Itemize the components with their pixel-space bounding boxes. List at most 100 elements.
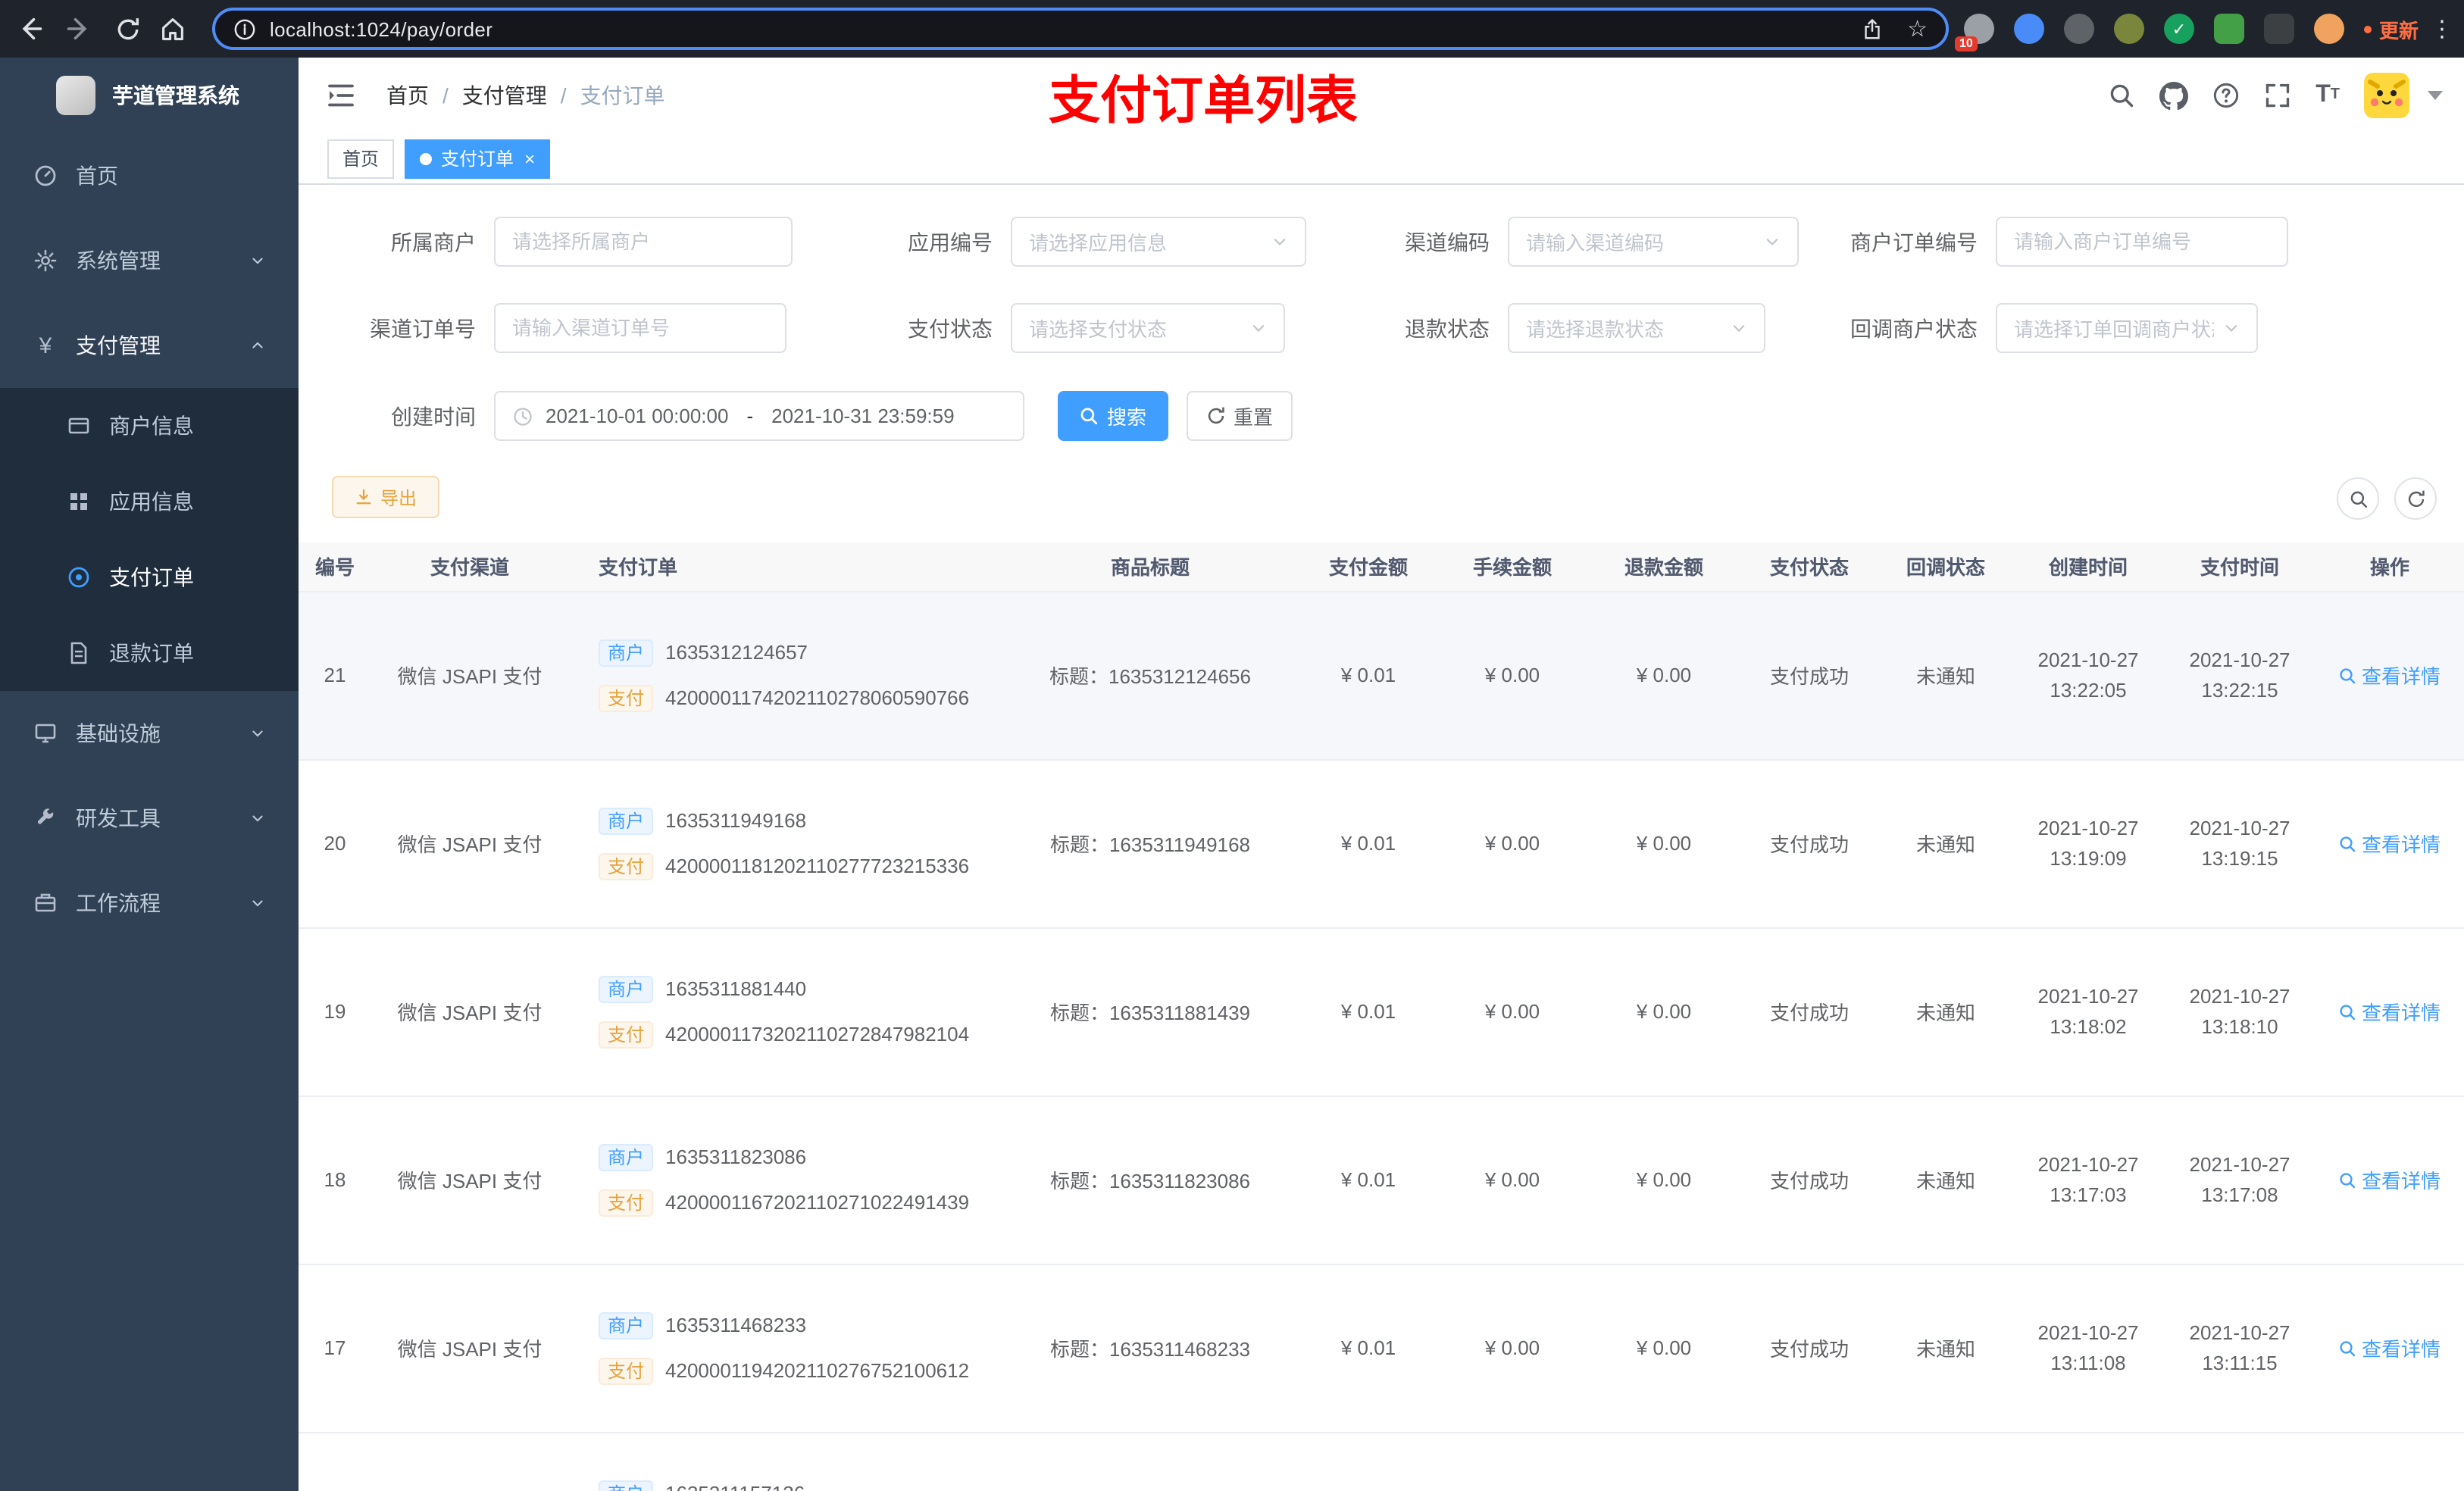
- cell-create-time: 2021-10-27 13:19:09: [2012, 759, 2164, 928]
- browser-update-button[interactable]: 更新: [2364, 0, 2419, 58]
- callback-status-select[interactable]: 请选择订单回调商户状态: [1996, 303, 2258, 353]
- merchant-tag: 商户: [599, 807, 654, 834]
- browser-home-icon[interactable]: [152, 8, 194, 50]
- channel-order-no-field[interactable]: [512, 305, 768, 352]
- cell-amount: ¥ 0.01: [1300, 1264, 1437, 1433]
- filter-label: 退款状态: [1405, 316, 1490, 340]
- cell-notify: 未通知: [1879, 759, 2012, 928]
- app-no-select[interactable]: 请选择应用信息: [1011, 217, 1306, 267]
- sidebar-item-refund-order[interactable]: 退款订单: [0, 615, 299, 691]
- create-time-range[interactable]: 2021-10-01 00:00:00 - 2021-10-31 23:59:5…: [494, 391, 1024, 441]
- share-icon[interactable]: [1860, 17, 1883, 40]
- merchant-order-no: 1635311949168: [665, 809, 807, 832]
- cell-title: 标题：1635311468233: [1000, 1264, 1300, 1433]
- chevron-down-icon: [1731, 320, 1747, 336]
- channel-order-no-input[interactable]: [494, 303, 786, 353]
- extension-icon[interactable]: ✓: [2164, 14, 2194, 44]
- sidebar-toggle-icon[interactable]: [326, 80, 356, 111]
- gear-icon: [33, 248, 58, 273]
- tab-close-icon[interactable]: ×: [524, 149, 535, 167]
- col-order: 支付订单: [568, 542, 1000, 592]
- extension-icon[interactable]: [2014, 14, 2044, 44]
- channel-code-select[interactable]: 请输入渠道编码: [1508, 217, 1799, 267]
- refund-status-select[interactable]: 请选择退款状态: [1508, 303, 1765, 353]
- cell-title: 标题：1635311881439: [1000, 927, 1300, 1096]
- sidebar-logo[interactable]: 芋道管理系统: [0, 58, 299, 133]
- sidebar-item-workflow[interactable]: 工作流程: [0, 861, 299, 946]
- sidebar-item-home[interactable]: 首页: [0, 133, 299, 218]
- site-info-icon[interactable]: [233, 17, 256, 40]
- merchant-input-field[interactable]: [512, 218, 774, 265]
- search-button[interactable]: 搜索: [1058, 391, 1168, 441]
- date-range-end[interactable]: 2021-10-31 23:59:59: [771, 405, 954, 427]
- tab-home[interactable]: 首页: [327, 139, 395, 178]
- font-size-icon[interactable]: TT: [2315, 83, 2340, 108]
- export-button[interactable]: 导出: [332, 476, 439, 518]
- sidebar-item-system[interactable]: 系统管理: [0, 218, 299, 303]
- filter-refund-status: 退款状态 请选择退款状态: [1334, 303, 1765, 353]
- view-detail-link[interactable]: 查看详情: [2339, 829, 2441, 858]
- breadcrumb-pay[interactable]: 支付管理: [462, 80, 547, 111]
- merchant-tag: 商户: [599, 975, 654, 1002]
- sidebar-item-pay-order[interactable]: 支付订单: [0, 539, 299, 615]
- cell-amount: ¥ 0.01: [1300, 927, 1437, 1096]
- fullscreen-icon[interactable]: [2264, 82, 2291, 109]
- profile-avatar-icon[interactable]: [2314, 14, 2344, 44]
- sidebar-item-dev-tools[interactable]: 研发工具: [0, 776, 299, 861]
- cell-action: 查看详情: [2315, 927, 2464, 1096]
- tab-label: 首页: [342, 148, 380, 170]
- merchant-order-no-field[interactable]: [2014, 218, 2270, 265]
- pay-tag: 支付: [599, 684, 654, 711]
- user-menu-caret-icon[interactable]: [2428, 91, 2443, 100]
- view-detail-link[interactable]: 查看详情: [2339, 661, 2441, 689]
- extension-icon[interactable]: [2214, 14, 2244, 44]
- sidebar-item-label: 研发工具: [76, 806, 161, 830]
- extension-icon[interactable]: [2264, 14, 2294, 44]
- cell-channel: 微信 JSAPI 支付: [371, 759, 568, 928]
- date-range-start[interactable]: 2021-10-01 00:00:00: [546, 405, 728, 427]
- breadcrumb-home[interactable]: 首页: [386, 80, 429, 111]
- search-icon[interactable]: [2108, 82, 2135, 109]
- sidebar-item-label: 工作流程: [76, 891, 161, 915]
- browser-forward-icon[interactable]: [58, 8, 100, 50]
- table-row: 21 微信 JSAPI 支付 商户 1635312124657 支付 4200001…: [299, 591, 2464, 760]
- tab-pay-order[interactable]: 支付订单 ×: [405, 139, 551, 178]
- bookmark-star-icon[interactable]: ☆: [1907, 17, 1928, 40]
- browser-back-icon[interactable]: [9, 8, 52, 50]
- url-text[interactable]: localhost:1024/pay/order: [270, 17, 492, 40]
- sidebar-item-pay-management[interactable]: ¥ 支付管理: [0, 303, 299, 388]
- cell-pay-time: 2021-10-27 13:18:10: [2164, 927, 2315, 1096]
- pay-status-select[interactable]: 请选择支付状态: [1011, 303, 1285, 353]
- sidebar-item-infra[interactable]: 基础设施: [0, 691, 299, 776]
- browser-reload-icon[interactable]: [106, 8, 149, 50]
- merchant-input[interactable]: [494, 217, 793, 267]
- filter-callback-status: 回调商户状态 请选择订单回调商户状态: [1803, 303, 2258, 353]
- sidebar-item-app-info[interactable]: 应用信息: [0, 464, 299, 539]
- url-bar[interactable]: localhost:1024/pay/order ☆: [212, 8, 1949, 50]
- view-detail-link[interactable]: 查看详情: [2339, 1165, 2441, 1194]
- cell-pay-time: 2021-10-27 13:17:08: [2164, 1096, 2315, 1264]
- extension-icon[interactable]: [2064, 14, 2094, 44]
- help-icon[interactable]: [2212, 82, 2240, 109]
- user-avatar[interactable]: [2364, 73, 2409, 118]
- view-detail-link[interactable]: 查看详情: [2339, 1333, 2441, 1362]
- extension-icon[interactable]: 10: [1955, 14, 1994, 52]
- sidebar-item-merchant-info[interactable]: 商户信息: [0, 388, 299, 464]
- view-detail-link[interactable]: 查看详情: [2339, 997, 2441, 1026]
- filter-label: 回调商户状态: [1850, 316, 1978, 340]
- toggle-search-button[interactable]: [2337, 477, 2379, 520]
- breadcrumb: 首页 / 支付管理 / 支付订单: [386, 58, 665, 133]
- chevron-down-icon: [250, 726, 265, 741]
- cell-create-time: 2021-10-27 13:11:08: [2012, 1264, 2164, 1433]
- extension-icon[interactable]: [2114, 14, 2144, 44]
- merchant-order-no-input[interactable]: [1996, 217, 2288, 267]
- cell-refund: ¥ 0.00: [1588, 927, 1740, 1096]
- refresh-table-button[interactable]: [2394, 477, 2437, 520]
- cell-notify: 未通知: [1879, 927, 2012, 1096]
- cell-order: 商户 1635311881440 支付 4200001173202110272847…: [568, 927, 1000, 1096]
- reset-button[interactable]: 重置: [1187, 391, 1293, 441]
- sidebar-item-label: 商户信息: [109, 414, 194, 438]
- github-icon[interactable]: [2159, 81, 2189, 110]
- merchant-order-no: 1635312124657: [665, 641, 808, 664]
- browser-menu-icon[interactable]: ⋮: [2431, 0, 2455, 58]
